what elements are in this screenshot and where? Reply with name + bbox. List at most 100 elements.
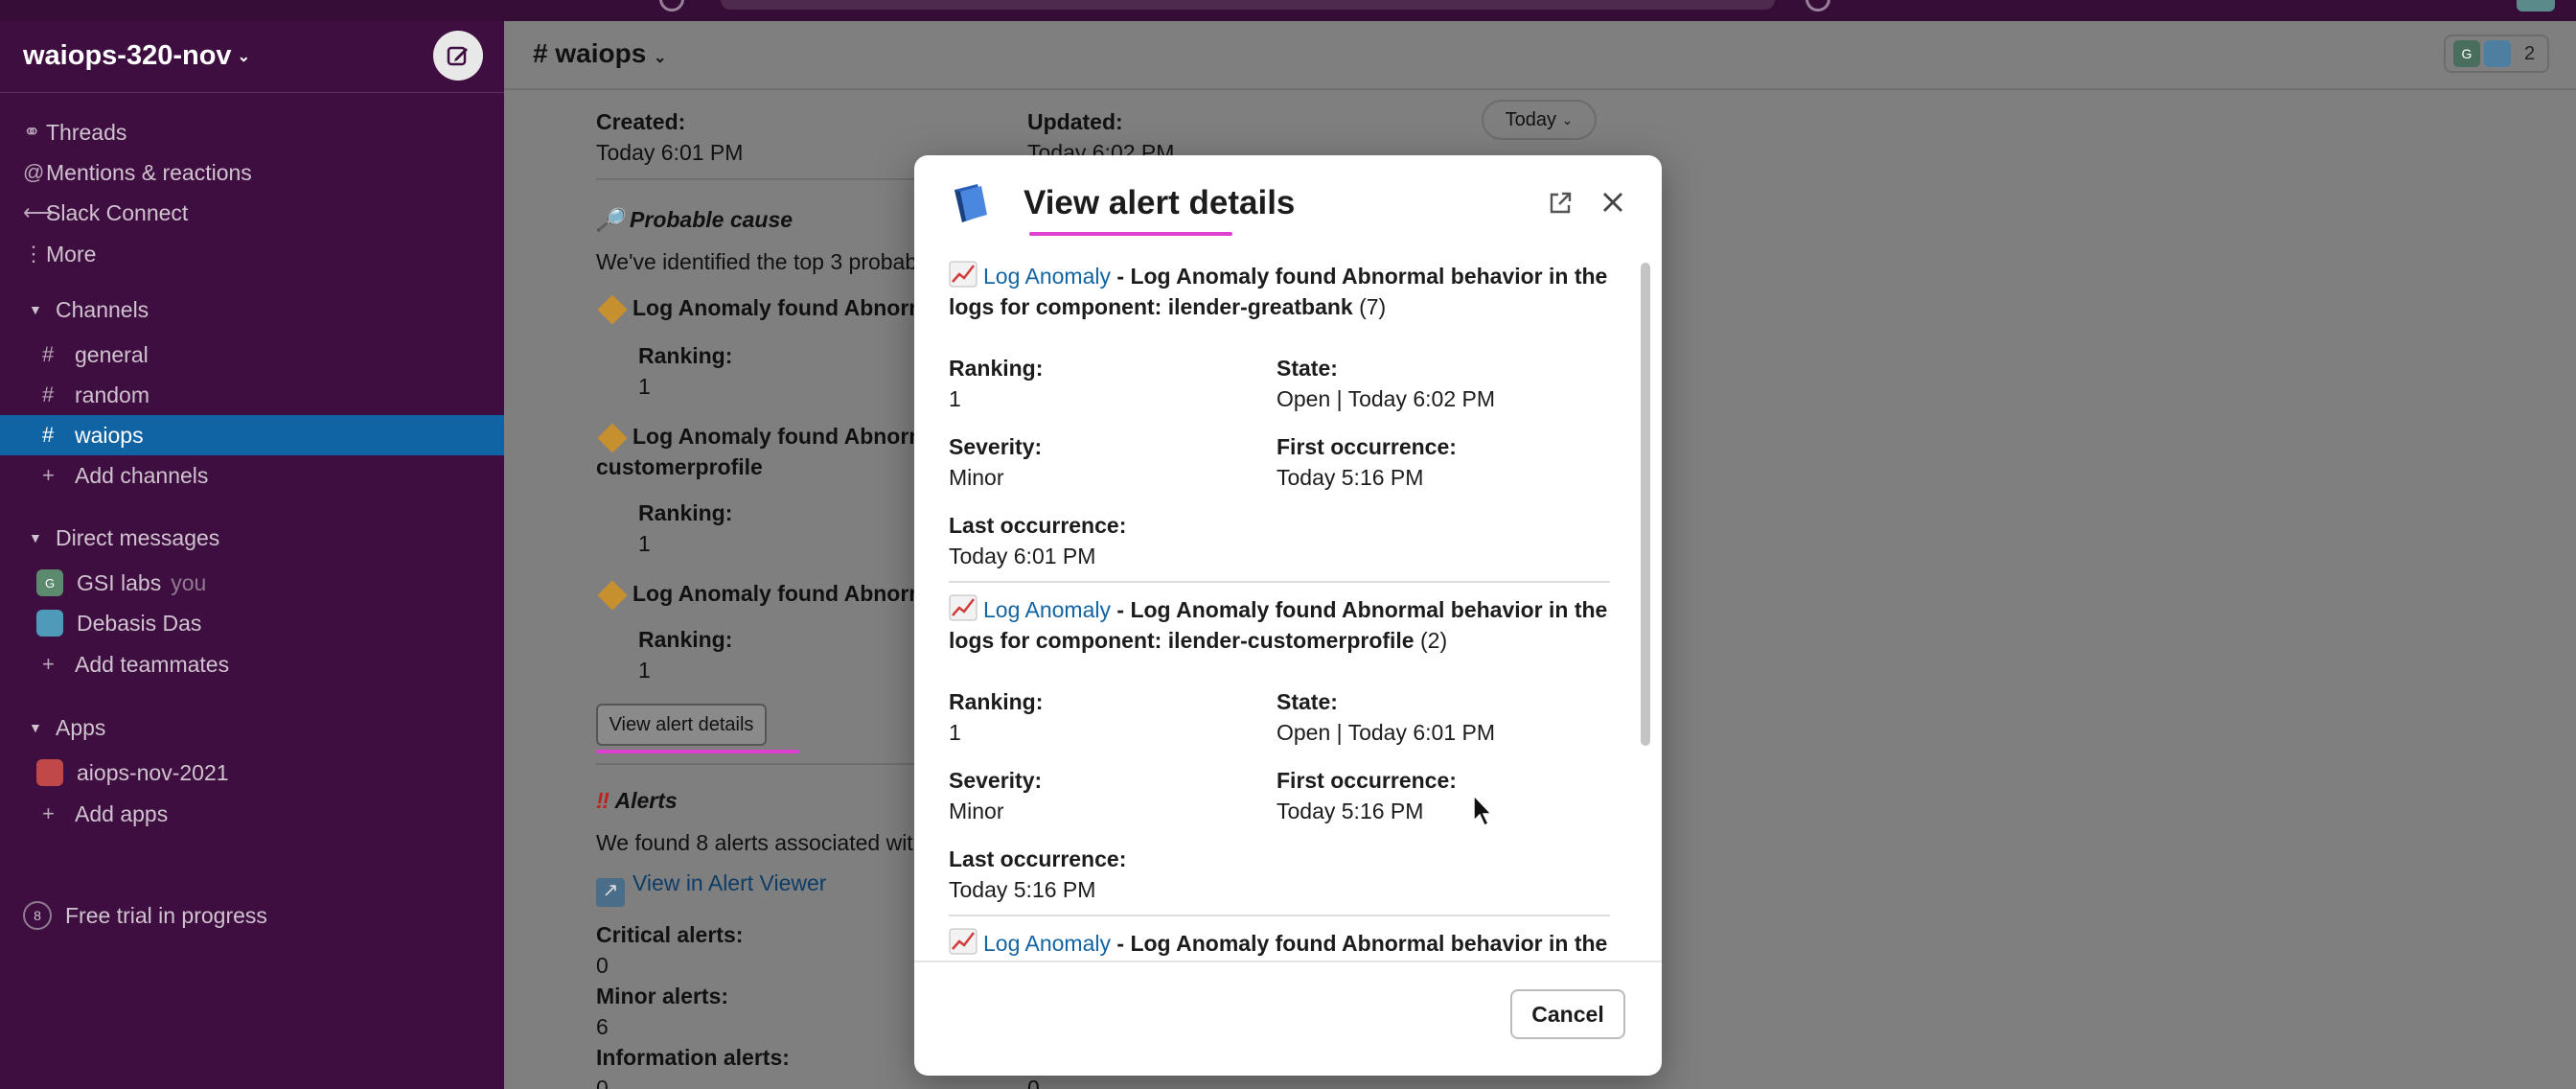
ranking-field: Ranking: 1 xyxy=(949,686,1043,748)
state-field: State: Open | Today 6:02 PM xyxy=(1276,353,1495,414)
probable-cause-heading: 🔎 Probable cause xyxy=(596,207,793,233)
view-in-alert-viewer-link[interactable]: ↗ View in Alert Viewer xyxy=(596,870,826,907)
close-icon[interactable] xyxy=(1598,188,1627,217)
dm-header[interactable]: ▼ Direct messages xyxy=(0,518,504,558)
chevron-down-icon: ⌄ xyxy=(654,50,667,66)
sidebar-item-label: general xyxy=(75,341,149,367)
sidebar-item-waiops[interactable]: # waiops xyxy=(0,415,504,455)
cause-item: Log Anomaly found Abnormal xyxy=(596,294,947,325)
highlight-underline xyxy=(596,750,799,753)
severity-field: Severity: Minor xyxy=(949,765,1042,826)
alerts-heading: ‼ Alerts xyxy=(596,788,678,814)
last-occurrence-field: Last occurrence: Today 5:16 PM xyxy=(949,844,1126,905)
apps-header[interactable]: ▼ Apps xyxy=(0,707,504,748)
divider xyxy=(949,581,1610,583)
field-label: First occurrence: xyxy=(1276,768,1457,793)
alert-dash: - xyxy=(1110,597,1131,622)
diamond-icon xyxy=(597,423,628,453)
alerts-title: Alerts xyxy=(614,788,678,813)
hash-icon: # xyxy=(42,382,55,406)
sidebar-item-label: aiops-nov-2021 xyxy=(77,759,229,785)
scrollbar-thumb[interactable] xyxy=(1641,263,1650,746)
top-bar xyxy=(0,0,2576,21)
cancel-button[interactable]: Cancel xyxy=(1510,989,1625,1039)
ranking-value: 1 xyxy=(638,658,651,683)
alert-title: Log Anomaly - Log Anomaly found Abnormal… xyxy=(949,928,1610,961)
add-apps-button[interactable]: + Add apps xyxy=(0,794,504,834)
plus-icon: + xyxy=(42,463,55,487)
alert-count: (7) xyxy=(1352,294,1387,319)
hash-icon: # xyxy=(42,423,55,447)
cause-item: Log Anomaly found Abnormal xyxy=(596,423,947,453)
highlight-underline xyxy=(1029,232,1232,236)
trial-badge: 8 xyxy=(23,901,52,930)
field-label: Last occurrence: xyxy=(949,846,1127,871)
channel-members-button[interactable]: G 2 xyxy=(2444,35,2549,73)
trial-label: Free trial in progress xyxy=(65,902,267,928)
help-icon[interactable] xyxy=(1806,0,1830,12)
sidebar-item-label: More xyxy=(46,241,97,266)
first-occurrence-field: First occurrence: Today 5:16 PM xyxy=(1276,431,1457,493)
caret-down-icon: ▼ xyxy=(29,302,42,317)
you-label: you xyxy=(171,569,207,595)
sidebar-item-label: Threads xyxy=(46,119,127,145)
sidebar-item-slack-connect[interactable]: ⟷ Slack Connect xyxy=(0,193,504,233)
view-alert-details-button[interactable]: View alert details xyxy=(596,704,767,746)
field-value: Open | Today 6:01 PM xyxy=(1276,720,1496,745)
field-value: Open | Today 6:02 PM xyxy=(1276,386,1496,411)
sidebar-item-random[interactable]: # random xyxy=(0,375,504,415)
first-occurrence-field: First occurrence: Today 5:16 PM xyxy=(1276,765,1457,826)
magnifier-icon: 🔎 xyxy=(596,207,624,232)
free-trial-link[interactable]: 8 Free trial in progress xyxy=(23,901,267,930)
workspace-switcher[interactable]: waiops-320-nov ⌄ xyxy=(23,40,250,72)
field-value: Today 5:16 PM xyxy=(949,877,1096,902)
sidebar-item-label: Debasis Das xyxy=(77,610,202,636)
field-value: Today 5:16 PM xyxy=(1276,465,1424,490)
more-icon: ⋮ xyxy=(23,242,44,266)
dm-header-label: Direct messages xyxy=(56,524,220,550)
alert-type-link[interactable]: Log Anomaly xyxy=(983,931,1111,956)
external-link-icon[interactable] xyxy=(1547,190,1574,217)
updated-label: Updated: xyxy=(1027,109,1123,134)
add-teammates-button[interactable]: + Add teammates xyxy=(0,644,504,684)
alert-count: (2) xyxy=(1414,628,1448,653)
last-occurrence-field: Last occurrence: Today 6:01 PM xyxy=(949,510,1126,571)
search-bar[interactable] xyxy=(721,0,1775,10)
alert-type-link[interactable]: Log Anomaly xyxy=(983,264,1111,289)
today-label: Today xyxy=(1505,108,1557,130)
sidebar-item-threads[interactable]: ⚭ Threads xyxy=(0,112,504,152)
sidebar-item-label: Add apps xyxy=(75,800,169,826)
alert-type-link[interactable]: Log Anomaly xyxy=(983,597,1111,622)
at-icon: @ xyxy=(23,160,45,184)
sidebar-item-debasis-das[interactable]: Debasis Das xyxy=(0,603,504,643)
probable-cause-text: We've identified the top 3 probab xyxy=(596,249,918,274)
plus-icon: + xyxy=(42,801,55,825)
compose-button[interactable] xyxy=(433,31,483,81)
modal-header: View alert details xyxy=(914,155,1662,247)
add-channels-button[interactable]: + Add channels xyxy=(0,455,504,496)
cause-item: Log Anomaly found Abnormal xyxy=(596,580,947,611)
modal-body[interactable]: Log Anomaly - Log Anomaly found Abnormal… xyxy=(914,247,1662,961)
field-label: State: xyxy=(1276,689,1338,714)
created-label: Created: xyxy=(596,109,686,134)
sidebar-item-mentions[interactable]: @ Mentions & reactions xyxy=(0,152,504,193)
field-label: Ranking: xyxy=(949,689,1044,714)
alert-item: Log Anomaly - Log Anomaly found Abnormal… xyxy=(949,261,1610,322)
caret-down-icon: ▼ xyxy=(29,530,42,545)
modal-footer: Cancel xyxy=(914,961,1662,1076)
channel-title[interactable]: # waiops ⌄ xyxy=(533,38,666,69)
link-text: View in Alert Viewer xyxy=(632,870,827,895)
sidebar-item-gsi-labs[interactable]: G GSI labs you xyxy=(0,563,504,603)
critical-label: Critical alerts: xyxy=(596,922,744,947)
channels-header[interactable]: ▼ Channels xyxy=(0,290,504,330)
chevron-down-icon: ⌄ xyxy=(1561,111,1574,127)
ranking-label: Ranking: xyxy=(638,627,733,652)
sidebar-item-more[interactable]: ⋮ More xyxy=(0,234,504,274)
sidebar-item-general[interactable]: # general xyxy=(0,335,504,375)
cause-title: Log Anomaly found Abnormal xyxy=(632,295,947,320)
profile-avatar[interactable] xyxy=(2517,0,2555,12)
sidebar-item-label: GSI labs xyxy=(77,569,162,595)
history-icon[interactable] xyxy=(659,0,684,12)
sidebar-item-aiops-app[interactable]: aiops-nov-2021 xyxy=(0,753,504,793)
date-divider-button[interactable]: Today ⌄ xyxy=(1482,100,1597,140)
